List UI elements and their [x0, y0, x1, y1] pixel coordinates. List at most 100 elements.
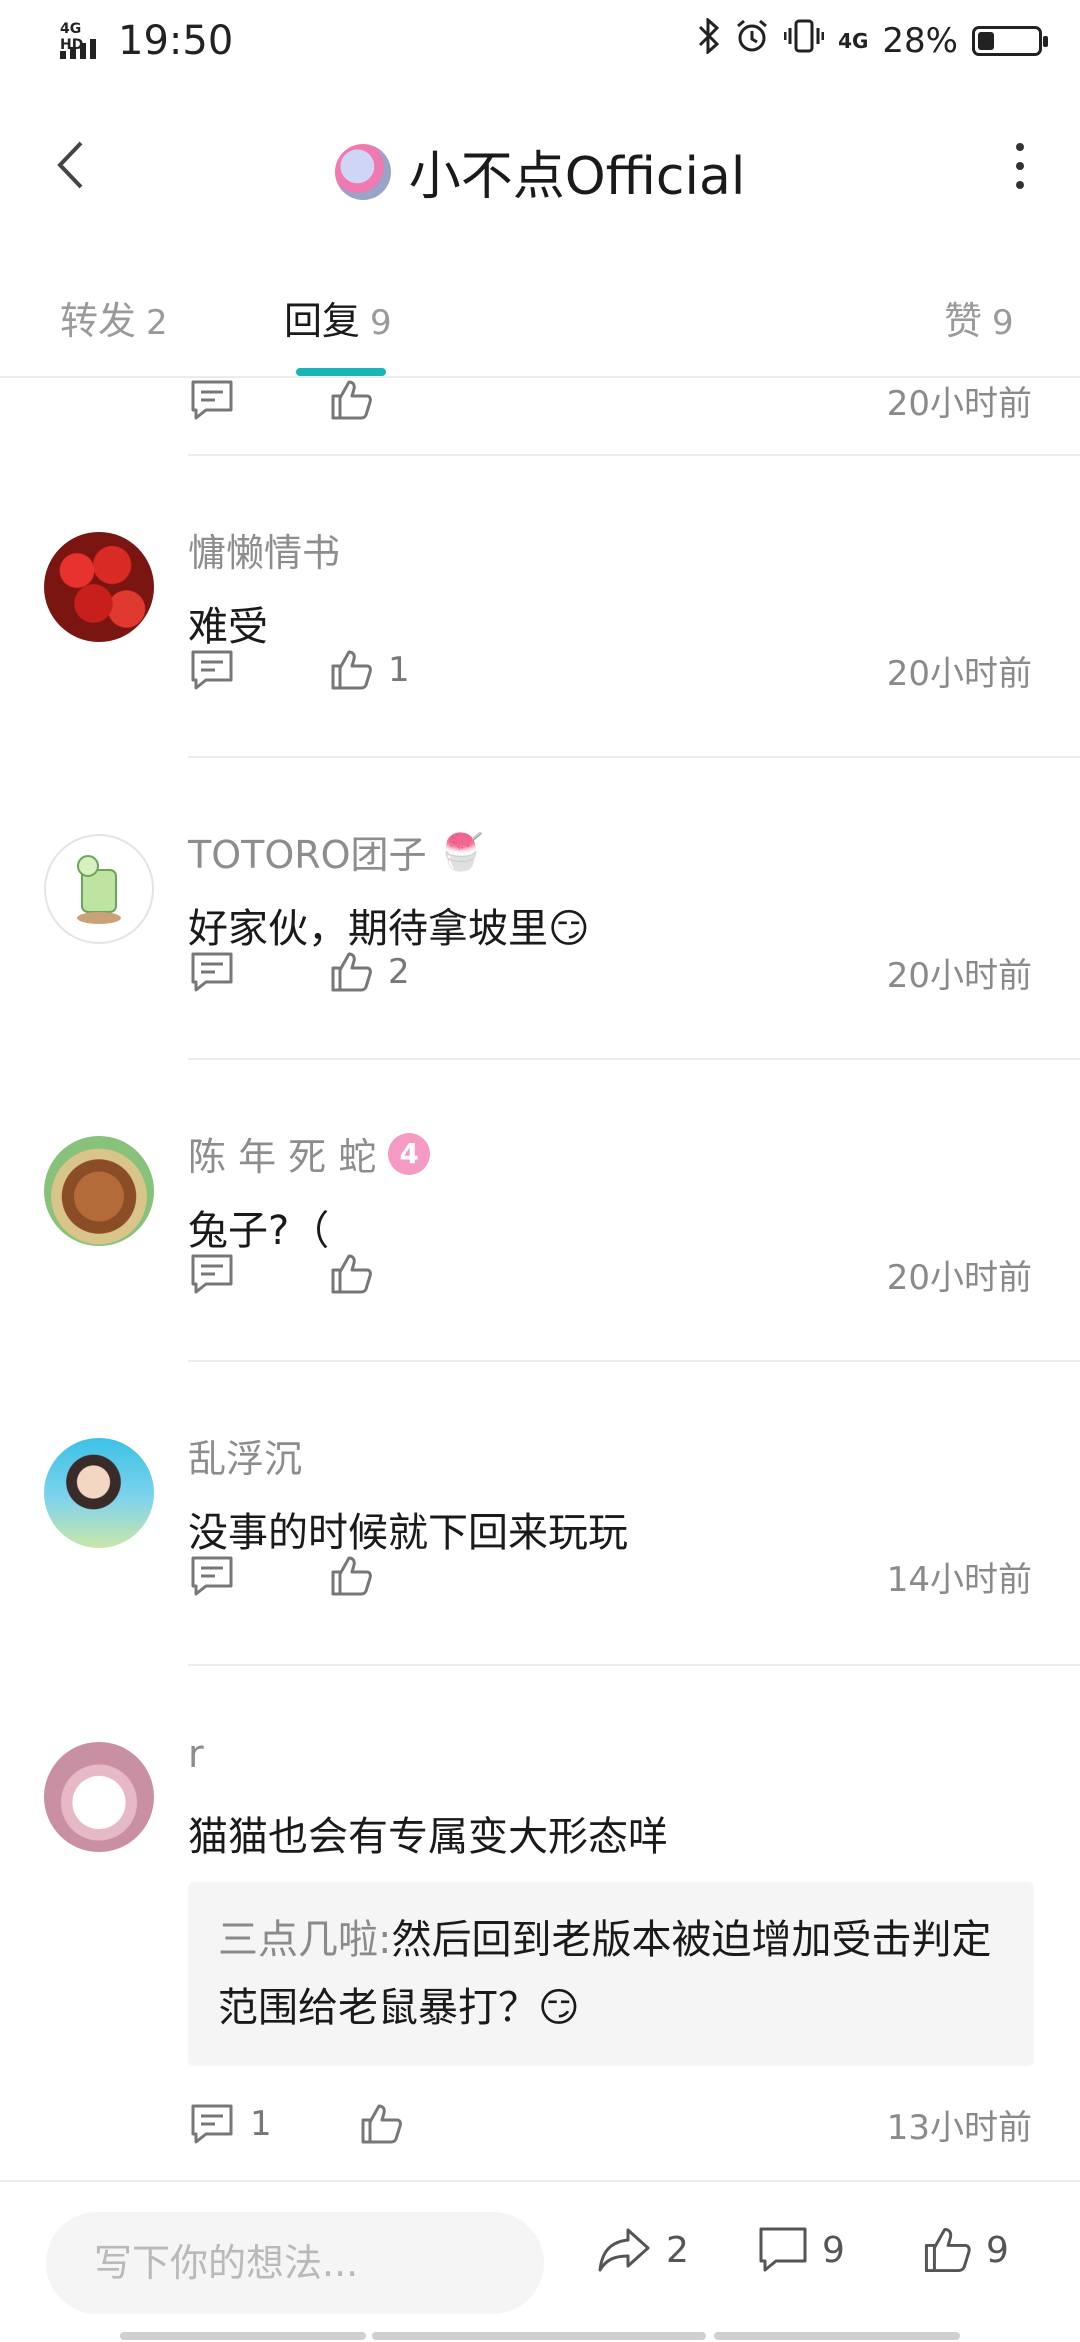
avatar[interactable]	[44, 1136, 154, 1246]
home-indicator	[714, 2332, 960, 2340]
mobile-data-icon: 4G	[838, 28, 869, 53]
comment-item: 陈 年 死 蛇4 兔子?（ 20小时前	[0, 1060, 1080, 1362]
comment-icon	[191, 1556, 233, 1596]
bluetooth-icon	[698, 16, 720, 63]
username-text: r	[188, 1732, 204, 1776]
comment-icon	[191, 650, 233, 690]
thumbs-up-icon	[331, 1556, 372, 1596]
tab-bar: 转发 2 回复 9 赞9	[0, 270, 1080, 378]
comment-text: 猫猫也会有专属变大形态咩	[188, 1814, 668, 1860]
reply-button[interactable]	[190, 1555, 330, 1597]
comment-icon	[759, 2227, 807, 2272]
thumbs-up-icon	[924, 2227, 971, 2273]
active-tab-indicator	[296, 368, 386, 376]
username-text: 乱浮沉	[188, 1437, 303, 1481]
battery-percent: 28%	[882, 20, 958, 61]
username[interactable]: TOTORO团子 🍧	[188, 824, 483, 879]
comment-actions: 1 20小时前	[190, 640, 1032, 700]
username[interactable]: 乱浮沉	[188, 1428, 302, 1483]
username-text: 慵懒情书	[188, 531, 341, 575]
timestamp: 20小时前	[886, 955, 1032, 996]
like-count: 2	[388, 952, 410, 992]
alarm-icon	[734, 18, 770, 63]
tab-count: 2	[146, 303, 168, 343]
username[interactable]: 慵懒情书	[188, 522, 340, 577]
page-title: 小不点Official	[408, 147, 746, 207]
like-button[interactable]	[330, 1253, 372, 1295]
reply-button[interactable]	[190, 951, 330, 993]
comment-item: 乱浮沉 没事的时候就下回来玩玩 14小时前	[0, 1362, 1080, 1664]
quoted-reply[interactable]: 三点几啦:然后回到老版本被迫增加受击判定范围给老鼠暴打？😏	[188, 1882, 1034, 2066]
comment-item: 慵懒情书 难受 1 20小时前	[0, 456, 1080, 760]
header: 小不点Official	[0, 100, 1080, 230]
forward-count: 2	[666, 2229, 689, 2271]
tab-count: 9	[370, 303, 392, 343]
reply-button[interactable]	[190, 1253, 330, 1295]
timestamp: 13小时前	[886, 2107, 1032, 2148]
reply-count: 1	[250, 2104, 272, 2144]
battery-fill	[978, 31, 994, 50]
thumbs-up-icon	[331, 1254, 372, 1294]
reply-button[interactable]	[190, 379, 330, 421]
comment-item: TOTORO团子 🍧 好家伙，期待拿坡里😏 2 20小时前	[0, 758, 1080, 1060]
reply-button[interactable]: 1	[190, 2103, 360, 2145]
comment-icon	[191, 2104, 233, 2144]
timestamp: 20小时前	[886, 383, 1032, 424]
thumbs-up-icon	[331, 650, 372, 690]
like-button[interactable]: 2	[330, 951, 410, 993]
quote-author[interactable]: 三点几啦	[218, 1917, 378, 1963]
more-options-button[interactable]	[1000, 136, 1040, 196]
forward-button[interactable]: 2	[596, 2226, 689, 2274]
home-indicator	[372, 2332, 706, 2340]
bottom-action-bar: 2 9 9	[0, 2180, 1080, 2342]
tab-likes[interactable]: 赞9	[944, 290, 1014, 345]
like-button[interactable]: 9	[922, 2226, 1009, 2274]
reply-button[interactable]	[190, 649, 330, 691]
channel-avatar[interactable]	[334, 143, 391, 200]
comment-button[interactable]: 9	[758, 2226, 845, 2274]
comment-input-container[interactable]	[46, 2212, 544, 2314]
comment-input[interactable]	[92, 2240, 544, 2286]
comment-actions: 14小时前	[190, 1546, 1032, 1606]
thumbs-up-icon	[331, 380, 372, 420]
comment-icon	[191, 380, 233, 420]
like-button[interactable]	[330, 379, 372, 421]
tab-replies[interactable]: 回复 9	[284, 290, 392, 345]
tab-label: 转发	[60, 299, 137, 343]
thumbs-up-icon	[361, 2104, 402, 2144]
tab-label: 赞	[944, 299, 983, 343]
reply-list[interactable]: 20小时前 慵懒情书 难受 1 20小时前 TOTORO团子 🍧 好家伙，期待拿坡…	[0, 376, 1080, 2182]
avatar[interactable]	[44, 532, 154, 642]
like-count: 1	[388, 650, 410, 690]
thumbs-up-icon	[331, 952, 372, 992]
clock: 19:50	[118, 18, 234, 64]
tab-forward[interactable]: 转发 2	[60, 290, 168, 345]
comment-icon	[191, 1254, 233, 1294]
signal-icon: 4G HD	[58, 21, 104, 61]
quote-separator: :	[378, 1917, 392, 1963]
avatar[interactable]	[44, 834, 154, 944]
avatar[interactable]	[44, 1742, 154, 1852]
username-text: TOTORO团子	[188, 833, 427, 877]
avatar[interactable]	[44, 1438, 154, 1548]
comment-actions: 2 20小时前	[190, 942, 1032, 1002]
status-bar: 4G HD 19:50 4G 28%	[0, 0, 1080, 84]
tab-count: 9	[992, 303, 1014, 343]
comment-icon	[191, 952, 233, 992]
like-count: 9	[986, 2229, 1009, 2271]
comment-actions: 1 13小时前	[190, 2094, 1032, 2154]
like-button[interactable]	[360, 2103, 402, 2145]
username[interactable]: r	[188, 1732, 204, 1776]
username[interactable]: 陈 年 死 蛇 4	[188, 1126, 431, 1181]
comment-actions: 20小时前	[190, 1244, 1032, 1304]
like-button[interactable]	[330, 1555, 372, 1597]
username-text: 陈 年 死 蛇	[188, 1135, 377, 1179]
home-indicator	[120, 2332, 366, 2340]
vibrate-icon	[783, 18, 825, 63]
like-button[interactable]: 1	[330, 649, 410, 691]
timestamp: 20小时前	[886, 653, 1032, 694]
comment-item: r 猫猫也会有专属变大形态咩 三点几啦:然后回到老版本被迫增加受击判定范围给老鼠…	[0, 1666, 1080, 2176]
user-badge-icon: 🍧	[438, 831, 484, 873]
comment-count: 9	[822, 2229, 845, 2271]
share-arrow-icon	[598, 2228, 650, 2272]
